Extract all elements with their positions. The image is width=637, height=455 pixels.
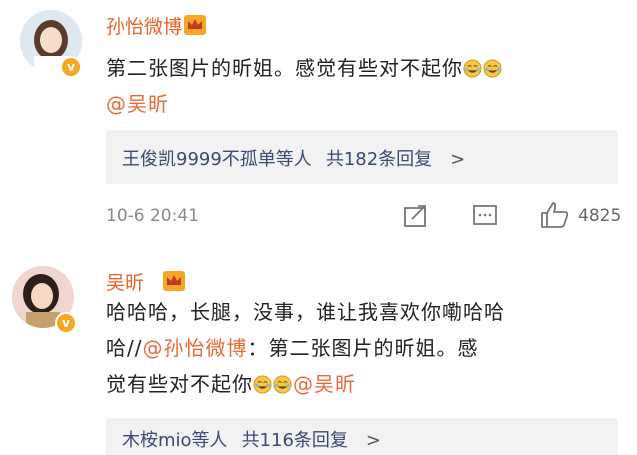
replies-summary[interactable]: 王俊凯9999不孤单等人 共182条回复 > xyxy=(122,145,465,171)
verified-badge-icon: v xyxy=(55,312,77,334)
like-count: 4825 xyxy=(578,206,622,226)
repost-mention-link[interactable]: @孙怡微博 xyxy=(142,336,247,360)
comment-body-line3: 觉有些对不起你 xyxy=(106,372,253,396)
laugh-cry-emoji-icon xyxy=(463,53,482,78)
replies-panel[interactable]: 王俊凯9999不孤单等人 共182条回复 > xyxy=(106,130,618,184)
laugh-cry-emoji-icon xyxy=(253,369,272,394)
comment-time: 10-6 20:41 xyxy=(106,206,199,226)
laugh-cry-emoji-icon xyxy=(483,53,502,78)
comment-body-line1: 哈哈哈，长腿，没事，谁让我喜欢你嘞哈哈 xyxy=(106,300,505,324)
replies-panel[interactable]: 木桉mio等人 共116条回复 > xyxy=(106,418,618,455)
reply-count: 共182条回复 xyxy=(325,149,433,170)
share-icon[interactable] xyxy=(403,204,429,228)
comment-body-line2-prefix: 哈// xyxy=(106,336,143,360)
reply-users: 王俊凯9999不孤单等人 xyxy=(122,149,312,170)
chevron-right-icon: > xyxy=(450,149,466,170)
laugh-cry-emoji-icon xyxy=(273,369,292,394)
user-name[interactable]: 吴昕 xyxy=(106,268,144,295)
reply-users: 木桉mio等人 xyxy=(122,430,228,451)
comment-text: 哈哈哈，长腿，没事，谁让我喜欢你嘞哈哈 哈//@孙怡微博：第二张图片的昕姐。感 … xyxy=(106,294,505,402)
crown-icon xyxy=(163,271,185,291)
comment-body: 第二张图片的昕姐。感觉有些对不起你 xyxy=(106,56,463,80)
user-name[interactable]: 孙怡微博 xyxy=(106,12,182,39)
mention-link[interactable]: @吴昕 xyxy=(293,372,356,396)
replies-summary[interactable]: 木桉mio等人 共116条回复 > xyxy=(122,426,381,452)
chevron-right-icon: > xyxy=(365,430,382,451)
verified-badge-icon: v xyxy=(60,56,82,78)
reply-count: 共116条回复 xyxy=(241,430,348,451)
comment-icon[interactable] xyxy=(472,204,498,228)
crown-icon xyxy=(184,15,206,35)
like-icon[interactable] xyxy=(540,201,570,229)
comment-text: 第二张图片的昕姐。感觉有些对不起你 @吴昕 xyxy=(106,50,503,122)
mention-link[interactable]: @吴昕 xyxy=(106,92,169,116)
comment-body-line2-suffix: ：第二张图片的昕姐。感 xyxy=(247,336,479,360)
